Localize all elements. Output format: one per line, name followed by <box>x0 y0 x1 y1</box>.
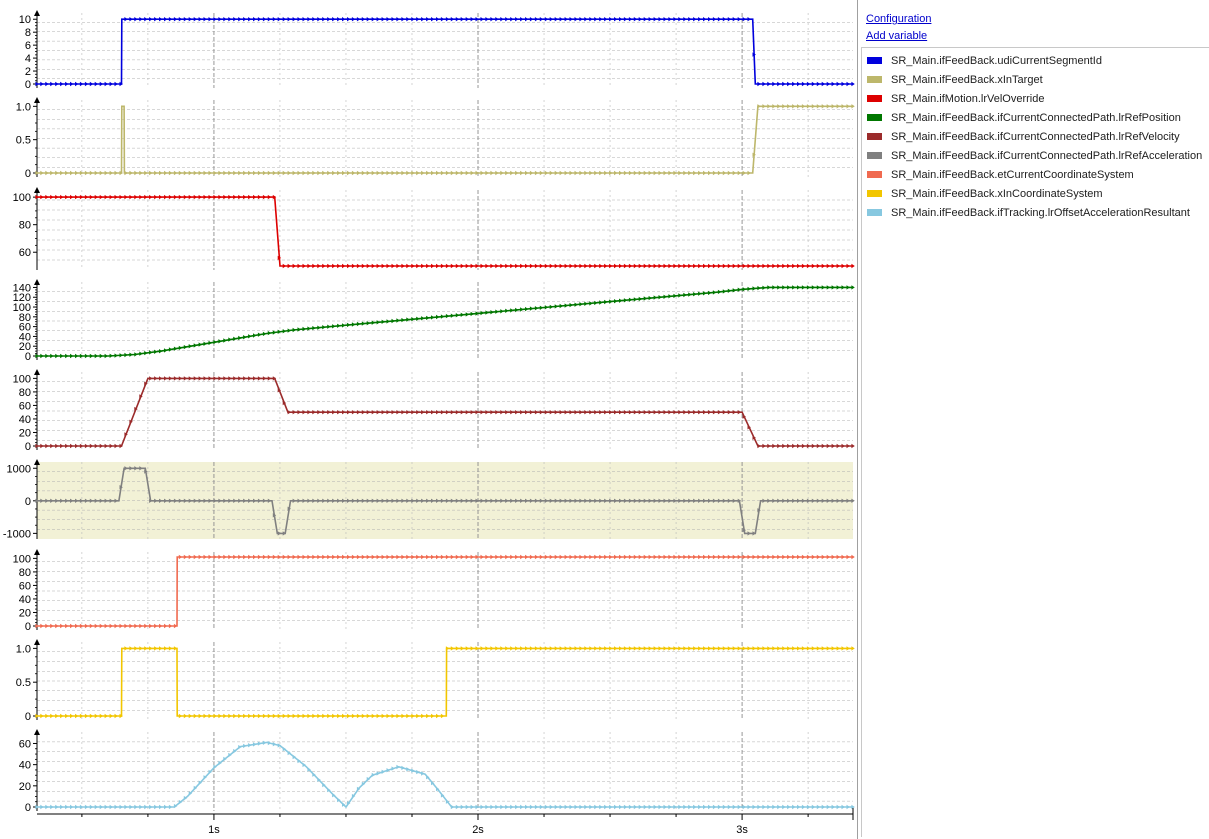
y-tick-label: 0 <box>25 168 31 180</box>
y-tick-label: 80 <box>19 387 31 399</box>
legend-label: SR_Main.ifFeedBack.ifCurrentConnectedPat… <box>891 130 1180 143</box>
y-tick-label: 140 <box>13 282 31 294</box>
y-tick-label: 1.0 <box>16 643 31 655</box>
y-tick-label: 60 <box>19 738 31 750</box>
y-tick-label: 6 <box>25 40 31 52</box>
legend-color-swatch <box>867 57 882 64</box>
legend-item[interactable]: SR_Main.ifFeedBack.ifCurrentConnectedPat… <box>867 108 1181 127</box>
y-tick-label: 20 <box>19 607 31 619</box>
legend-item[interactable]: SR_Main.ifFeedBack.xInCoordinateSystem <box>867 184 1103 203</box>
y-tick-label: 0 <box>25 802 31 814</box>
legend-color-swatch <box>867 152 882 159</box>
legend-label: SR_Main.ifFeedBack.ifCurrentConnectedPat… <box>891 111 1181 124</box>
y-tick-label: 40 <box>19 414 31 426</box>
legend-color-swatch <box>867 95 882 102</box>
y-tick-label: 1.0 <box>16 101 31 113</box>
x-tick-label: 2s <box>472 824 484 836</box>
y-tick-label: 60 <box>19 580 31 592</box>
y-tick-label: 20 <box>19 427 31 439</box>
y-tick-label: 0 <box>25 79 31 91</box>
legend-label: SR_Main.ifFeedBack.xInCoordinateSystem <box>891 187 1103 200</box>
legend-color-swatch <box>867 190 882 197</box>
legend-label: SR_Main.ifFeedBack.ifTracking.lrOffsetAc… <box>891 206 1190 219</box>
legend-item[interactable]: SR_Main.ifMotion.lrVelOverride <box>867 89 1044 108</box>
legend-item[interactable]: SR_Main.ifFeedBack.ifCurrentConnectedPat… <box>867 127 1180 146</box>
y-tick-label: 20 <box>19 781 31 793</box>
legend-item[interactable]: SR_Main.ifFeedBack.xInTarget <box>867 70 1043 89</box>
variable-legend: SR_Main.ifFeedBack.udiCurrentSegmentId SR… <box>861 47 1209 837</box>
legend-item[interactable]: SR_Main.ifFeedBack.ifCurrentConnectedPat… <box>867 146 1202 165</box>
y-tick-label: 2 <box>25 66 31 78</box>
y-tick-label: 100 <box>13 373 31 385</box>
y-tick-label: 100 <box>13 192 31 204</box>
y-tick-label: 0 <box>25 496 31 508</box>
y-tick-label: 100 <box>13 553 31 565</box>
add-variable-link[interactable]: Add variable <box>866 30 927 42</box>
trace-chart-area[interactable]: 0 2 4 6 8 10 0 0.5 1.0 60 80 100 0 20 40 60 80 100 120 140 0… <box>0 0 857 839</box>
legend-label: SR_Main.ifFeedBack.ifCurrentConnectedPat… <box>891 149 1203 162</box>
y-tick-label: 0.5 <box>16 135 31 147</box>
y-tick-label: 40 <box>19 760 31 772</box>
legend-label: SR_Main.ifMotion.lrVelOverride <box>891 92 1045 105</box>
legend-label: SR_Main.ifFeedBack.udiCurrentSegmentId <box>891 54 1102 67</box>
legend-label: SR_Main.ifFeedBack.etCurrentCoordinateSy… <box>891 168 1134 181</box>
legend-color-swatch <box>867 171 882 178</box>
trace-chart[interactable]: 024681000.51.060801000204060801001201400… <box>0 0 857 839</box>
legend-label: SR_Main.ifFeedBack.xInTarget <box>891 73 1043 86</box>
y-tick-label: 4 <box>25 53 31 65</box>
y-tick-label: 80 <box>19 220 31 232</box>
y-tick-label: 0 <box>25 621 31 633</box>
y-tick-label: -1000 <box>3 528 31 540</box>
variable-sidebar: Configuration Add variable SR_Main.ifFee… <box>857 0 1209 839</box>
legend-item[interactable]: SR_Main.ifFeedBack.udiCurrentSegmentId <box>867 51 1102 70</box>
legend-item[interactable]: SR_Main.ifFeedBack.ifTracking.lrOffsetAc… <box>867 203 1190 222</box>
legend-item[interactable]: SR_Main.ifFeedBack.etCurrentCoordinateSy… <box>867 165 1134 184</box>
y-tick-label: 60 <box>19 400 31 412</box>
x-tick-label: 1s <box>208 824 220 836</box>
legend-color-swatch <box>867 76 882 83</box>
y-tick-label: 80 <box>19 567 31 579</box>
x-tick-label: 3s <box>736 824 748 836</box>
y-tick-label: 40 <box>19 594 31 606</box>
y-tick-label: 1000 <box>7 463 31 475</box>
y-tick-label: 8 <box>25 27 31 39</box>
legend-color-swatch <box>867 133 882 140</box>
legend-color-swatch <box>867 114 882 121</box>
y-tick-label: 0 <box>25 711 31 723</box>
legend-color-swatch <box>867 209 882 216</box>
y-tick-label: 0 <box>25 441 31 453</box>
configuration-link[interactable]: Configuration <box>866 13 931 25</box>
y-tick-label: 60 <box>19 247 31 259</box>
y-tick-label: 0.5 <box>16 677 31 689</box>
y-tick-label: 10 <box>19 14 31 26</box>
